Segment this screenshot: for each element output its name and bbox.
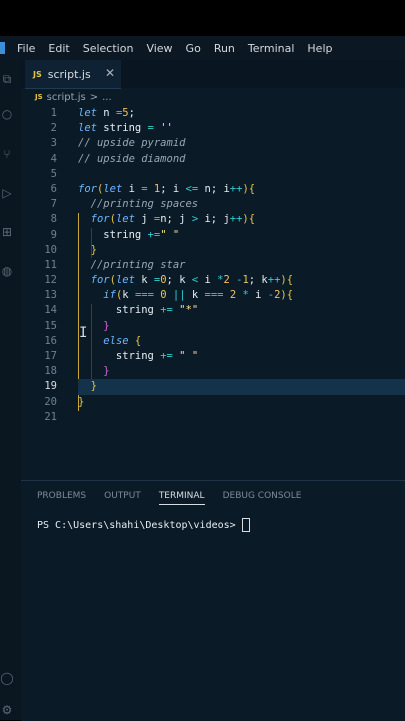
js-file-icon: JS (35, 93, 43, 101)
code-line[interactable]: } (78, 319, 405, 334)
code-editor[interactable]: let n =5; let string = '' // upside pyra… (78, 106, 405, 425)
run-debug-icon[interactable]: ▷ (0, 186, 14, 200)
line-number: 11 (44, 258, 57, 271)
code-line[interactable]: else { (78, 334, 405, 349)
breadcrumb-separator: > (89, 91, 99, 103)
code-line[interactable]: // upside pyramid (78, 136, 405, 151)
account-icon[interactable]: ◯ (0, 671, 14, 685)
code-line[interactable] (78, 167, 405, 182)
settings-gear-icon[interactable]: ⚙ (0, 703, 14, 717)
line-number: 17 (44, 350, 57, 362)
code-line-current[interactable]: } (78, 379, 405, 395)
menu-selection[interactable]: Selection (83, 42, 134, 55)
editor-tab-bar: JS script.js ✕ (21, 60, 405, 89)
close-tab-icon[interactable]: ✕ (105, 66, 115, 80)
panel-tabs: PROBLEMS OUTPUT TERMINAL DEBUG CONSOLE (37, 491, 319, 505)
line-number: 7 (50, 198, 57, 211)
menu-run[interactable]: Run (214, 42, 235, 55)
line-number: 2 (50, 122, 57, 135)
line-number: 21 (44, 410, 57, 423)
code-line[interactable]: //printing spaces (78, 197, 405, 212)
code-line[interactable]: for(let i = 1; i <= n; i++){ (78, 182, 405, 197)
js-file-icon: JS (33, 69, 42, 79)
tab-script-js[interactable]: JS script.js ✕ (25, 60, 121, 89)
top-black-bar (0, 0, 405, 36)
line-number-gutter: 1 2 3 4 5 6 7 8 9 10 11 12 13 14 15 16 1… (21, 106, 57, 425)
menu-terminal[interactable]: Terminal (248, 42, 295, 55)
line-number: 18 (44, 365, 57, 378)
tab-terminal[interactable]: TERMINAL (158, 491, 205, 505)
line-number: 13 (44, 289, 57, 302)
line-number: 5 (50, 167, 57, 180)
code-line[interactable]: for(let j =n; j > i; j++){ (78, 212, 405, 227)
code-line[interactable]: } (78, 364, 405, 379)
tab-problems[interactable]: PROBLEMS (37, 491, 86, 505)
tab-debug-console[interactable]: DEBUG CONSOLE (223, 491, 302, 505)
menu-go[interactable]: Go (186, 42, 201, 55)
bottom-panel: PROBLEMS OUTPUT TERMINAL DEBUG CONSOLE P… (21, 480, 405, 721)
code-line[interactable]: //printing star (78, 258, 405, 273)
line-number: 3 (50, 137, 57, 150)
editor-area: JS script.js ✕ JS script.js > ... 1 2 3 … (21, 60, 405, 480)
activity-bar: ⧉ ○ ⑂ ▷ ⊞ ◍ ◯ ⚙ (0, 60, 21, 720)
line-number: 20 (44, 395, 57, 408)
menu-bar: File Edit Selection View Go Run Terminal… (0, 36, 405, 60)
text-cursor-icon: I (79, 325, 88, 341)
line-number: 6 (50, 182, 57, 195)
extensions-icon[interactable]: ⊞ (0, 225, 14, 239)
menu-help[interactable]: Help (307, 42, 332, 55)
live-share-icon[interactable]: ◍ (0, 264, 14, 278)
breadcrumb: JS script.js > ... (35, 90, 112, 104)
code-line[interactable]: string += " " (78, 349, 405, 364)
line-number: 8 (50, 213, 57, 226)
line-number: 4 (50, 152, 57, 165)
vscode-logo-icon (0, 42, 5, 54)
code-line[interactable]: let n =5; (78, 106, 405, 121)
menu-file[interactable]: File (17, 42, 35, 55)
menu-edit[interactable]: Edit (48, 42, 69, 55)
code-line[interactable]: } (78, 395, 405, 410)
code-line[interactable]: } (78, 243, 405, 258)
menu-view[interactable]: View (146, 42, 172, 55)
tab-output[interactable]: OUTPUT (104, 491, 141, 505)
terminal-output[interactable]: PS C:\Users\shahi\Desktop\videos> (37, 518, 250, 532)
line-number-current: 19 (44, 380, 57, 393)
code-line[interactable]: string +=" " (78, 228, 405, 243)
terminal-cursor (241, 518, 250, 532)
line-number: 14 (44, 304, 57, 317)
code-line[interactable]: let string = '' (78, 121, 405, 136)
search-icon[interactable]: ○ (0, 107, 14, 121)
line-number: 1 (50, 107, 57, 119)
line-number: 10 (44, 243, 57, 256)
terminal-prompt: PS C:\Users\shahi\Desktop\videos> (37, 520, 242, 531)
breadcrumb-file[interactable]: script.js (47, 92, 86, 103)
line-number: 15 (44, 319, 57, 332)
code-line[interactable]: // upside diamond (78, 152, 405, 167)
tab-label: script.js (47, 67, 91, 81)
explorer-icon[interactable]: ⧉ (0, 72, 14, 86)
code-line[interactable]: string += "*" (78, 303, 405, 318)
line-number: 16 (44, 334, 57, 347)
line-number: 12 (44, 274, 57, 287)
code-line[interactable]: for(let k =0; k < i *2 -1; k++){ (78, 273, 405, 288)
breadcrumb-more[interactable]: ... (102, 92, 112, 103)
source-control-icon[interactable]: ⑂ (0, 147, 14, 161)
code-line[interactable] (78, 410, 405, 425)
code-line[interactable]: if(k === 0 || k === 2 * i -2){ (78, 288, 405, 303)
line-number: 9 (50, 228, 57, 241)
